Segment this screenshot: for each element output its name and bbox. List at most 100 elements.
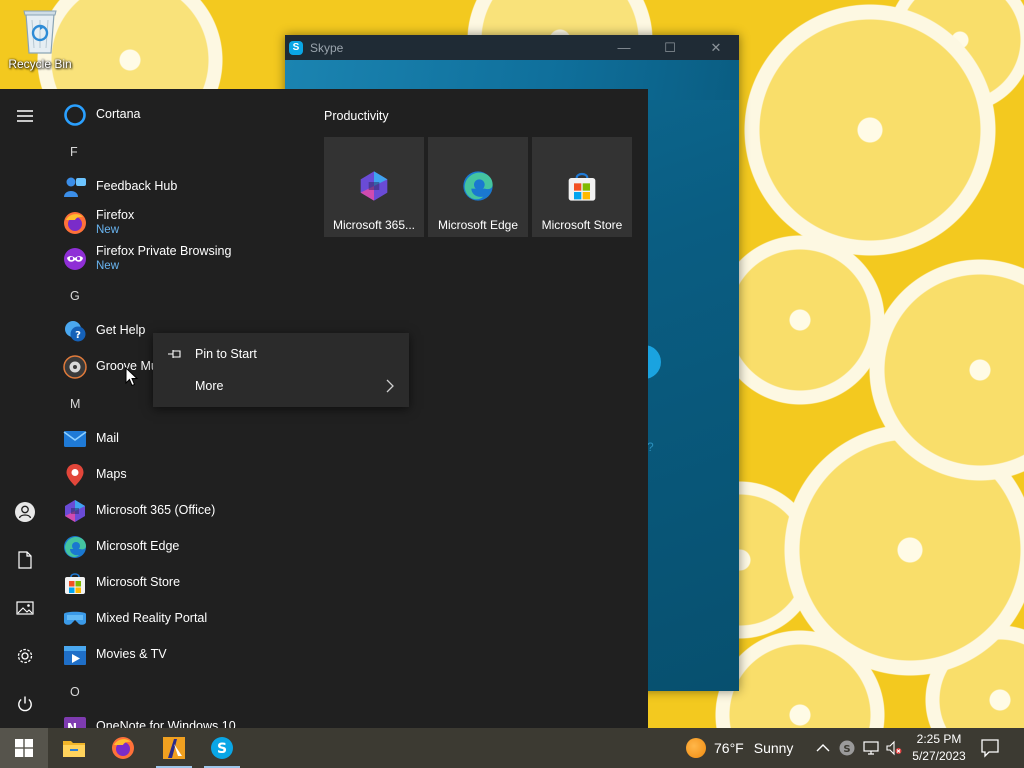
- user-icon[interactable]: [5, 492, 45, 532]
- start-rail: [0, 89, 50, 728]
- action-center-icon[interactable]: [980, 738, 1000, 758]
- volume-muted-icon[interactable]: [886, 740, 902, 756]
- taskbar: S 76°F Sunny S 2:25 PM 5/27/2023: [0, 728, 1024, 768]
- skype-titlebar[interactable]: S Skype — ☐ ✕: [285, 35, 739, 60]
- skype-window-title: Skype: [310, 40, 344, 55]
- clock[interactable]: 2:25 PM 5/27/2023: [906, 731, 972, 765]
- new-badge: New: [96, 224, 120, 236]
- tile-microsoft-store[interactable]: Microsoft Store: [532, 137, 632, 237]
- skype-hint-text: ?: [647, 440, 654, 454]
- recycle-bin[interactable]: Recycle Bin: [4, 6, 76, 71]
- skype-taskbar-button[interactable]: S: [198, 728, 246, 768]
- svg-text:N: N: [67, 721, 77, 728]
- edge-icon: [64, 536, 86, 558]
- cortana-icon: [64, 104, 86, 126]
- store-icon: [568, 172, 596, 201]
- app-name: Mail: [96, 431, 119, 445]
- more-label: More: [195, 379, 224, 393]
- firefox-private-icon: [64, 248, 86, 270]
- pin-to-start-item[interactable]: Pin to Start: [153, 338, 409, 370]
- tile-label: Microsoft Store: [541, 218, 623, 232]
- app-name: OneNote for Windows 10: [96, 719, 236, 728]
- store-icon: [65, 573, 85, 594]
- app-taskbar-button[interactable]: [150, 728, 198, 768]
- recycle-bin-icon: [23, 10, 57, 54]
- app-list[interactable]: Cortana F Feedback Hub Firefox New Firef…: [50, 89, 310, 728]
- file-explorer-button[interactable]: [50, 728, 98, 768]
- microsoft-365-icon: [65, 500, 85, 522]
- app-item-onenote[interactable]: N OneNote for Windows 10: [50, 709, 308, 728]
- app-name: Mixed Reality Portal: [96, 611, 208, 625]
- network-icon[interactable]: [863, 740, 879, 756]
- get-help-icon: ?: [65, 321, 86, 342]
- feedback-hub-icon: [64, 177, 86, 197]
- app-item-mixed-reality-portal[interactable]: Mixed Reality Portal: [50, 601, 308, 637]
- edge-icon: [463, 171, 493, 201]
- app-name: Maps: [96, 467, 127, 481]
- app-item-maps[interactable]: Maps: [50, 457, 308, 493]
- windows-start-icon: [15, 739, 33, 757]
- pin-to-start-label: Pin to Start: [195, 347, 257, 361]
- tile-label: Microsoft 365...: [332, 218, 416, 232]
- letter-header-f[interactable]: F: [70, 145, 78, 159]
- firefox-taskbar-button[interactable]: [99, 728, 147, 768]
- chevron-right-icon: [386, 379, 394, 393]
- pin-icon: [168, 350, 181, 358]
- firefox-icon: [64, 212, 86, 234]
- app-item-microsoft-store[interactable]: Microsoft Store: [50, 565, 308, 601]
- letter-header-m[interactable]: M: [70, 397, 80, 411]
- more-item[interactable]: More: [153, 370, 409, 402]
- svg-text:S: S: [217, 741, 227, 757]
- tile-label: Microsoft Edge: [437, 218, 519, 232]
- clock-date: 5/27/2023: [912, 749, 966, 763]
- sun-icon: [686, 738, 706, 758]
- new-badge: New: [96, 260, 120, 272]
- skype-tray-icon[interactable]: S: [839, 740, 855, 756]
- movies-tv-icon: [64, 646, 86, 665]
- app-name: Cortana: [96, 107, 141, 121]
- svg-text:S: S: [843, 744, 850, 755]
- skype-icon: S: [211, 737, 233, 759]
- skype-logo-icon: S: [289, 40, 303, 55]
- app-name: Microsoft Store: [96, 575, 181, 589]
- app-item-feedback-hub[interactable]: Feedback Hub: [50, 169, 308, 205]
- start-button[interactable]: [0, 728, 48, 768]
- chevron-up-icon[interactable]: [815, 740, 831, 756]
- weather-temperature: 76°F: [714, 740, 744, 756]
- maximize-button[interactable]: ☐: [647, 35, 693, 60]
- mixed-reality-icon: [64, 611, 86, 625]
- app-name: Firefox Private Browsing: [96, 244, 232, 258]
- maps-icon: [66, 464, 84, 486]
- svg-text:?: ?: [75, 330, 81, 341]
- letter-header-o[interactable]: O: [70, 685, 80, 699]
- tile-group-title[interactable]: Productivity: [324, 109, 389, 123]
- app-item-mail[interactable]: Mail: [50, 421, 308, 457]
- documents-icon[interactable]: [5, 540, 45, 580]
- letter-header-g[interactable]: G: [70, 289, 80, 303]
- firefox-icon: [112, 737, 134, 759]
- app-item-microsoft-edge[interactable]: Microsoft Edge: [50, 529, 308, 565]
- groove-music-icon: [63, 355, 87, 379]
- start-menu[interactable]: Cortana F Feedback Hub Firefox New Firef…: [0, 89, 648, 728]
- settings-icon[interactable]: [5, 636, 45, 676]
- app-item-firefox-private[interactable]: Firefox Private Browsing New: [50, 241, 308, 277]
- app-name: Firefox: [96, 208, 135, 222]
- onenote-icon: N: [64, 717, 86, 728]
- file-explorer-icon: [63, 741, 85, 757]
- close-button[interactable]: ✕: [693, 35, 739, 60]
- app-icon: [163, 737, 185, 759]
- weather-widget[interactable]: 76°F Sunny: [686, 728, 793, 768]
- app-item-firefox[interactable]: Firefox New: [50, 205, 308, 241]
- app-name: Get Help: [96, 323, 146, 337]
- tile-microsoft-365[interactable]: Microsoft 365...: [324, 137, 424, 237]
- power-icon[interactable]: [5, 684, 45, 724]
- pictures-icon[interactable]: [5, 588, 45, 628]
- tile-microsoft-edge[interactable]: Microsoft Edge: [428, 137, 528, 237]
- app-name: Microsoft 365 (Office): [96, 503, 216, 517]
- app-item-movies-tv[interactable]: Movies & TV: [50, 637, 308, 673]
- app-item-microsoft-365[interactable]: Microsoft 365 (Office): [50, 493, 308, 529]
- context-menu[interactable]: Pin to Start More: [153, 333, 409, 407]
- app-item-cortana[interactable]: Cortana: [50, 97, 308, 133]
- minimize-button[interactable]: —: [601, 35, 647, 60]
- menu-icon[interactable]: [5, 96, 45, 136]
